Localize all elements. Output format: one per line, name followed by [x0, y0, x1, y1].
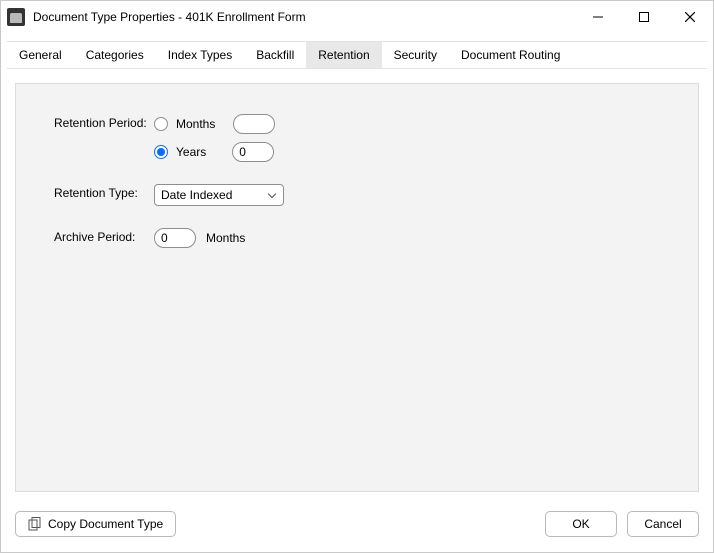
months-input[interactable]: [233, 114, 275, 134]
years-option: Years 0: [154, 142, 275, 162]
retention-panel: Retention Period: Months Years 0: [15, 83, 699, 492]
app-icon: [7, 8, 25, 26]
maximize-button[interactable]: [621, 1, 667, 33]
retention-type-row: Retention Type: Date Indexed: [54, 184, 678, 206]
minimize-button[interactable]: [575, 1, 621, 33]
titlebar: Document Type Properties - 401K Enrollme…: [1, 1, 713, 33]
copy-document-type-button[interactable]: Copy Document Type: [15, 511, 176, 537]
ok-button[interactable]: OK: [545, 511, 617, 537]
window-title: Document Type Properties - 401K Enrollme…: [33, 10, 306, 24]
copy-document-type-label: Copy Document Type: [48, 517, 163, 531]
panel-wrap: Retention Period: Months Years 0: [1, 69, 713, 506]
tab-general[interactable]: General: [7, 42, 74, 68]
archive-period-row: Archive Period: 0 Months: [54, 228, 678, 248]
tabstrip: General Categories Index Types Backfill …: [7, 41, 707, 69]
cancel-label: Cancel: [644, 517, 681, 531]
archive-period-label: Archive Period:: [54, 228, 154, 244]
retention-type-field: Date Indexed: [154, 184, 284, 206]
retention-type-value: Date Indexed: [161, 188, 232, 202]
tab-index-types[interactable]: Index Types: [156, 42, 245, 68]
retention-period-row: Retention Period: Months Years 0: [54, 114, 678, 162]
ok-label: OK: [572, 517, 589, 531]
months-radio[interactable]: [154, 117, 168, 131]
tab-security[interactable]: Security: [382, 42, 449, 68]
dialog-window: Document Type Properties - 401K Enrollme…: [0, 0, 714, 553]
retention-type-select[interactable]: Date Indexed: [154, 184, 284, 206]
archive-period-field: 0 Months: [154, 228, 245, 248]
tab-document-routing[interactable]: Document Routing: [449, 42, 572, 68]
tab-categories[interactable]: Categories: [74, 42, 156, 68]
minimize-icon: [593, 12, 603, 22]
months-option: Months: [154, 114, 275, 134]
retention-period-field: Months Years 0: [154, 114, 275, 162]
close-icon: [685, 12, 695, 22]
months-radio-label: Months: [176, 117, 215, 131]
retention-period-label: Retention Period:: [54, 114, 154, 130]
years-radio[interactable]: [154, 145, 168, 159]
years-radio-label: Years: [176, 145, 206, 159]
footer: Copy Document Type OK Cancel: [1, 506, 713, 552]
retention-type-label: Retention Type:: [54, 184, 154, 200]
archive-period-input[interactable]: 0: [154, 228, 196, 248]
tab-retention[interactable]: Retention: [306, 42, 381, 68]
close-button[interactable]: [667, 1, 713, 33]
window-controls: [575, 1, 713, 33]
cancel-button[interactable]: Cancel: [627, 511, 699, 537]
years-input[interactable]: 0: [232, 142, 274, 162]
copy-icon: [28, 517, 42, 531]
archive-period-unit: Months: [206, 231, 245, 245]
tab-backfill[interactable]: Backfill: [244, 42, 306, 68]
maximize-icon: [639, 12, 649, 22]
